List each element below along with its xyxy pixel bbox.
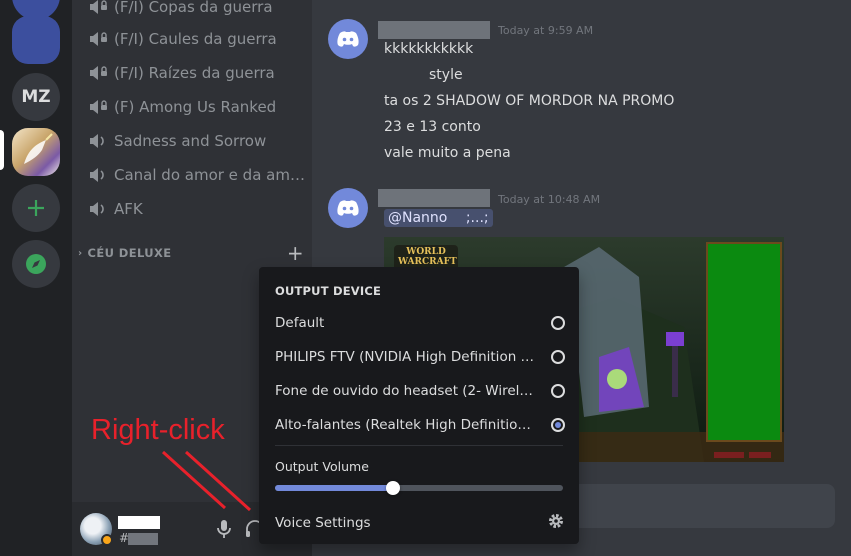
annotation-arrow-lines: [161, 450, 252, 512]
app-window: MZ (F/I) Copas da guerra (F/I) Caules da…: [0, 0, 851, 556]
